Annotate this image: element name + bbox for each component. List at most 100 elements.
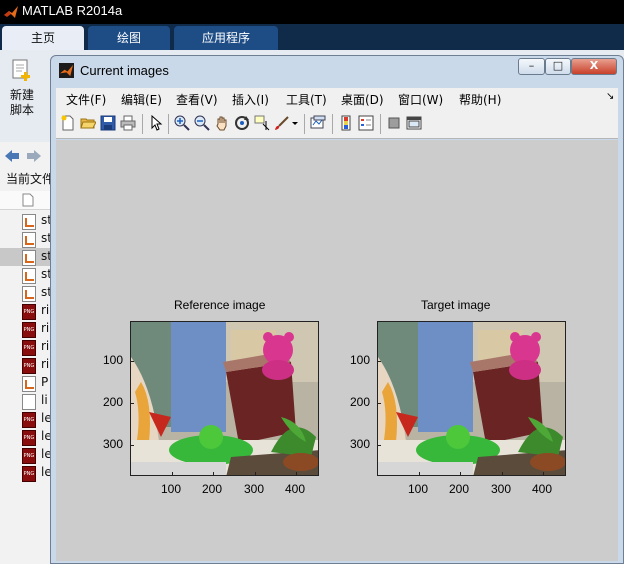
figure-toolbar	[56, 110, 618, 139]
file-list-item[interactable]: P	[0, 374, 52, 392]
x-tick-label: 100	[161, 482, 182, 496]
menubar-overflow-icon[interactable]: ↘	[606, 91, 614, 102]
toolbar-separator	[304, 114, 305, 134]
menu-tools[interactable]: 工具(T)	[286, 91, 327, 108]
file-name: ri	[41, 321, 50, 335]
x-tick-label: 200	[449, 482, 470, 496]
file-list-item[interactable]: PNG ri	[0, 356, 52, 374]
open-icon[interactable]	[80, 115, 96, 131]
y-tick-label: 300	[103, 437, 124, 451]
zoom-in-icon[interactable]	[174, 115, 190, 131]
data-cursor-icon[interactable]	[254, 115, 270, 131]
y-tick-label: 200	[350, 395, 371, 409]
y-tick-label: 200	[103, 395, 124, 409]
png-file-icon: PNG	[22, 340, 36, 356]
zoom-out-icon[interactable]	[194, 115, 210, 131]
file-name: ri	[41, 303, 50, 317]
m-file-icon	[22, 286, 36, 302]
close-button[interactable]: X	[571, 58, 617, 75]
back-arrow-icon[interactable]	[4, 148, 20, 164]
x-tick-mark	[255, 472, 256, 476]
y-tick-label: 100	[350, 353, 371, 367]
toolbar-separator	[168, 114, 169, 134]
menu-help[interactable]: 帮助(H)	[459, 91, 501, 108]
png-file-icon: PNG	[22, 304, 36, 320]
x-tick-label: 300	[491, 482, 512, 496]
file-list-item[interactable]: PNG ri	[0, 302, 52, 320]
image-axes[interactable]	[377, 321, 566, 476]
file-list-item[interactable]: PNG le	[0, 410, 52, 428]
x-tick-label: 400	[285, 482, 306, 496]
file-list-item[interactable]: st	[0, 266, 52, 284]
x-tick-mark	[172, 472, 173, 476]
x-tick-mark	[419, 472, 420, 476]
y-tick-mark	[377, 403, 381, 404]
m-file-icon	[22, 376, 36, 392]
menu-view[interactable]: 查看(V)	[176, 91, 218, 108]
tab-apps[interactable]: 应用程序	[174, 26, 278, 50]
file-list-item[interactable]: PNG ri	[0, 320, 52, 338]
rotate-icon[interactable]	[234, 115, 250, 131]
menu-file[interactable]: 文件(F)	[66, 91, 106, 108]
file-list-item[interactable]: st	[0, 212, 52, 230]
y-tick-mark	[377, 361, 381, 362]
colorbar-icon[interactable]	[338, 115, 354, 131]
file-list-item[interactable]: PNG le	[0, 446, 52, 464]
hide-plot-tools-icon[interactable]	[386, 115, 402, 131]
x-tick-mark	[460, 472, 461, 476]
axes-title: Reference image	[174, 298, 266, 312]
figure-menubar: 文件(F) 编辑(E) 查看(V) 插入(I) 工具(T) 桌面(D) 窗口(W…	[56, 88, 618, 110]
figure-title: Current images	[80, 63, 169, 78]
file-list-item[interactable]: PNG ri	[0, 338, 52, 356]
png-file-icon: PNG	[22, 466, 36, 482]
show-plot-tools-icon[interactable]	[406, 115, 422, 131]
tab-plots[interactable]: 绘图	[88, 26, 170, 50]
tab-home[interactable]: 主页	[2, 26, 84, 50]
file-list-header	[0, 191, 52, 210]
save-icon[interactable]	[100, 115, 116, 131]
toolbar-separator	[332, 114, 333, 134]
image-axes[interactable]	[130, 321, 319, 476]
file-name: P	[41, 375, 49, 389]
x-tick-mark	[296, 472, 297, 476]
x-tick-label: 300	[244, 482, 265, 496]
file-list-item[interactable]: st	[0, 230, 52, 248]
app-title: MATLAB R2014a	[22, 3, 123, 18]
new-script-label-1: 新建	[9, 88, 34, 102]
file-name: li	[41, 393, 48, 407]
forward-arrow-icon[interactable]	[26, 148, 42, 164]
figure-canvas: Reference image 100 200 300 400 100 200 300 Targ…	[56, 140, 618, 561]
minimize-button[interactable]: –	[518, 58, 545, 75]
file-list-item[interactable]: st	[0, 248, 52, 266]
new-script-button[interactable]: 新建 脚本	[4, 56, 40, 118]
menu-insert[interactable]: 插入(I)	[232, 91, 269, 108]
menu-desktop[interactable]: 桌面(D)	[341, 91, 384, 108]
file-list-item[interactable]: li	[0, 392, 52, 410]
file-list-item[interactable]: PNG le	[0, 464, 52, 482]
maximize-button[interactable]: □	[545, 58, 571, 75]
legend-icon[interactable]	[358, 115, 374, 131]
file-list-item[interactable]: PNG le	[0, 428, 52, 446]
folder-nav-bar	[0, 145, 52, 167]
print-icon[interactable]	[120, 115, 136, 131]
pan-icon[interactable]	[214, 115, 230, 131]
pointer-icon[interactable]	[148, 115, 164, 131]
axes-title: Target image	[421, 298, 491, 312]
menu-window[interactable]: 窗口(W)	[398, 91, 443, 108]
menu-edit[interactable]: 编辑(E)	[121, 91, 162, 108]
link-plot-icon[interactable]	[310, 115, 326, 131]
png-file-icon: PNG	[22, 358, 36, 374]
file-list-item[interactable]: st	[0, 284, 52, 302]
toolbar-separator	[142, 114, 143, 134]
x-tick-mark	[213, 472, 214, 476]
x-tick-label: 400	[532, 482, 553, 496]
main-titlebar: MATLAB R2014a	[0, 0, 624, 24]
brush-icon[interactable]	[274, 115, 290, 131]
matlab-logo-icon	[59, 63, 74, 78]
png-file-icon: PNG	[22, 322, 36, 338]
brush-dropdown-icon[interactable]	[290, 115, 300, 131]
new-figure-icon[interactable]	[60, 115, 76, 131]
y-tick-mark	[130, 445, 134, 446]
y-tick-label: 300	[350, 437, 371, 451]
png-file-icon: PNG	[22, 430, 36, 446]
